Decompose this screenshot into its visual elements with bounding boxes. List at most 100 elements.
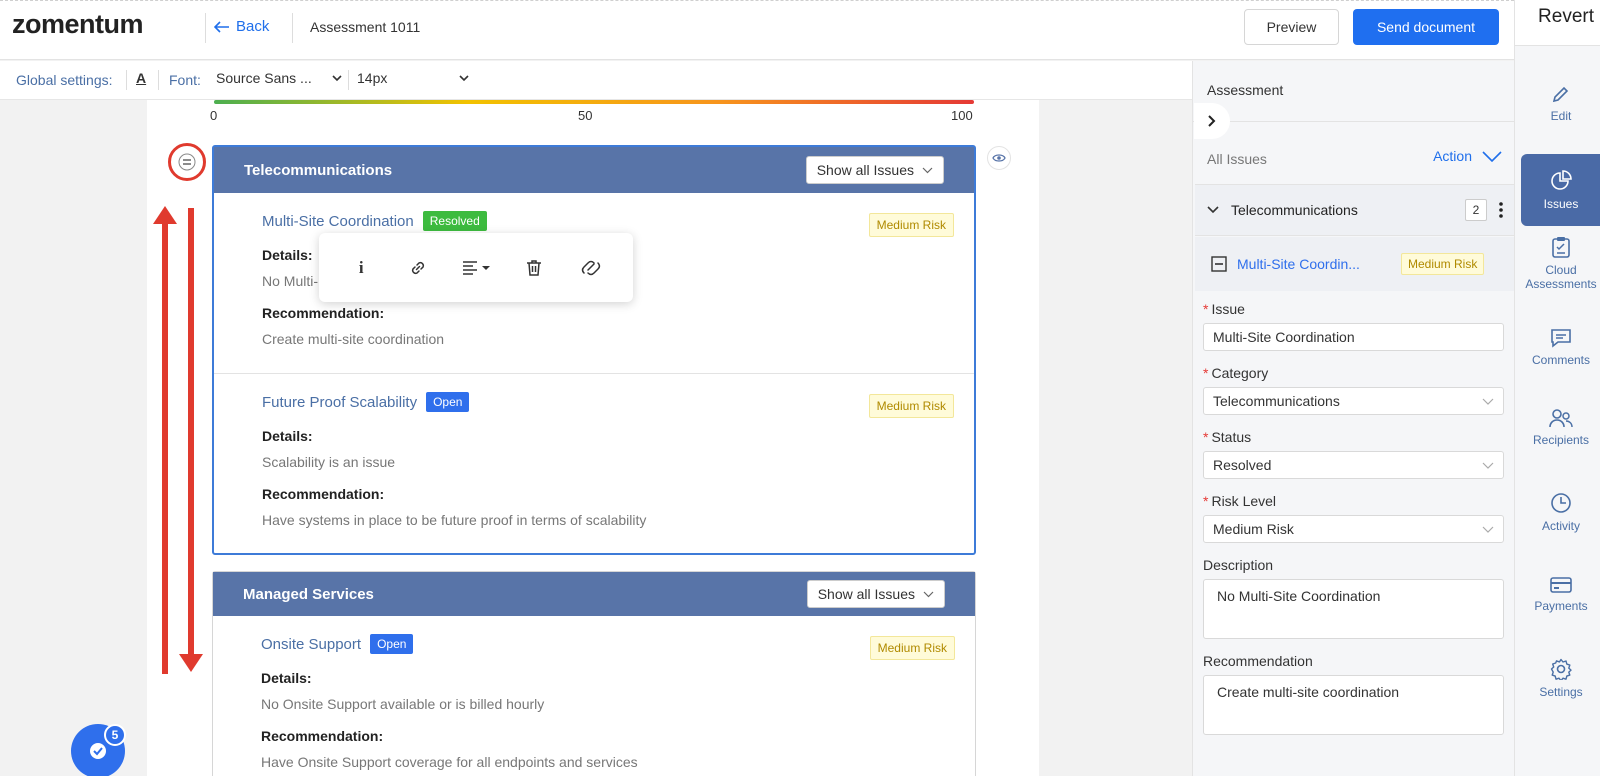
chevron-down-icon xyxy=(332,74,342,81)
nav-cloud-assessments[interactable]: Cloud Assessments xyxy=(1521,236,1600,291)
revert-area: Revert xyxy=(1514,0,1600,46)
recommendation-label: Recommendation: xyxy=(262,305,385,321)
details-label: Details: xyxy=(262,428,313,444)
risk-badge: Medium Risk xyxy=(1401,253,1485,275)
chevron-down-icon xyxy=(922,167,933,173)
action-dropdown[interactable]: Action xyxy=(1433,148,1502,164)
users-icon xyxy=(1549,409,1573,428)
scale-tick-0: 0 xyxy=(210,108,218,123)
send-document-button[interactable]: Send document xyxy=(1353,9,1499,45)
recommendation-text: Create multi-site coordination xyxy=(262,331,445,347)
selected-issue-title[interactable]: Multi-Site Coordin... xyxy=(1237,256,1387,272)
nav-settings[interactable]: Settings xyxy=(1521,658,1600,699)
drag-handle-icon xyxy=(178,153,196,171)
recommendation-label: Recommendation: xyxy=(262,486,385,502)
category-group-header[interactable]: Telecommunications 2 xyxy=(1195,184,1515,236)
status-field-label: * Status xyxy=(1203,429,1252,445)
show-all-issues-dropdown[interactable]: Show all Issues xyxy=(805,156,944,184)
section-drag-handle[interactable] xyxy=(168,143,206,181)
issue-item: Future Proof Scalability Open Medium Ris… xyxy=(214,373,974,546)
divider xyxy=(126,70,127,90)
clock-icon xyxy=(1551,493,1571,513)
category-field-label: * Category xyxy=(1203,365,1269,381)
issue-field-label: * Issue xyxy=(1203,301,1245,317)
nav-edit[interactable]: Edit xyxy=(1521,84,1600,123)
action-label: Action xyxy=(1433,148,1472,164)
chevron-down-icon xyxy=(1482,398,1494,405)
visibility-toggle[interactable] xyxy=(987,146,1011,170)
selected-issue-row[interactable]: Multi-Site Coordin... Medium Risk xyxy=(1195,237,1515,291)
description-textarea[interactable]: No Multi-Site Coordination xyxy=(1203,579,1504,639)
nav-payments[interactable]: Payments xyxy=(1521,576,1600,613)
recommendation-text: Have systems in place to be future proof… xyxy=(262,512,647,528)
chevron-right-icon xyxy=(1208,115,1216,127)
risk-level-field-label: * Risk Level xyxy=(1203,493,1277,509)
font-family-value: Source Sans ... xyxy=(216,70,312,86)
issue-input[interactable]: Multi-Site Coordination xyxy=(1203,323,1504,351)
risk-badge: Medium Risk xyxy=(868,213,954,237)
nav-activity[interactable]: Activity xyxy=(1521,492,1600,533)
document-title: Assessment 1011 xyxy=(310,19,421,35)
status-badge: Open xyxy=(426,392,470,412)
card-icon xyxy=(1550,577,1572,593)
issue-title[interactable]: Future Proof Scalability xyxy=(262,394,417,411)
recommendation-text: Have Onsite Support coverage for all end… xyxy=(261,754,638,770)
section-managed-services[interactable]: Managed Services Show all Issues Onsite … xyxy=(212,571,976,776)
section-header: Managed Services Show all Issues xyxy=(213,572,975,616)
show-all-issues-label: Show all Issues xyxy=(817,586,915,602)
back-label: Back xyxy=(236,18,270,35)
status-select[interactable]: Resolved xyxy=(1203,451,1504,479)
pencil-icon xyxy=(1552,86,1569,103)
issue-title[interactable]: Onsite Support xyxy=(261,636,361,653)
more-vertical-icon[interactable] xyxy=(1499,202,1503,218)
font-family-select[interactable]: Source Sans ... xyxy=(216,70,342,86)
chevron-down-icon xyxy=(459,74,469,81)
right-nav-rail: Edit Issues Cloud Assessments Comments R… xyxy=(1514,46,1600,776)
collapse-icon[interactable] xyxy=(1211,256,1227,272)
preview-button[interactable]: Preview xyxy=(1244,9,1339,45)
back-button[interactable]: Back xyxy=(214,18,269,35)
gear-icon xyxy=(1550,658,1572,680)
align-dropdown[interactable] xyxy=(462,253,490,283)
category-select[interactable]: Telecommunications xyxy=(1203,387,1504,415)
chevron-down-icon xyxy=(1482,150,1502,162)
details-label: Details: xyxy=(261,670,312,686)
divider xyxy=(205,13,206,43)
details-text: Scalability is an issue xyxy=(262,454,396,470)
nav-recipients[interactable]: Recipients xyxy=(1521,408,1600,447)
issue-title[interactable]: Multi-Site Coordination xyxy=(262,213,414,230)
scale-tick-100: 100 xyxy=(951,108,973,123)
link-button[interactable] xyxy=(406,253,430,283)
arrow-left-icon xyxy=(214,20,229,33)
unlink-button[interactable] xyxy=(579,253,603,283)
show-all-issues-dropdown[interactable]: Show all Issues xyxy=(806,580,945,608)
score-gradient-bar xyxy=(214,100,974,104)
revert-button[interactable]: Revert xyxy=(1538,6,1594,28)
collapse-panel-button[interactable] xyxy=(1194,103,1230,139)
nav-comments[interactable]: Comments xyxy=(1521,328,1600,367)
unlink-icon xyxy=(581,260,600,275)
divider xyxy=(348,70,349,90)
chevron-down-icon xyxy=(1482,526,1494,533)
recommendation-field-label: Recommendation xyxy=(1203,653,1313,669)
category-count-badge: 2 xyxy=(1465,199,1487,221)
logo: zomentum xyxy=(12,9,144,39)
delete-button[interactable] xyxy=(522,253,546,283)
chevron-down-icon xyxy=(1482,462,1494,469)
recommendation-textarea[interactable]: Create multi-site coordination xyxy=(1203,675,1504,735)
eye-icon xyxy=(992,154,1006,162)
risk-badge: Medium Risk xyxy=(869,636,955,660)
font-color-button[interactable]: A xyxy=(136,70,146,86)
global-settings-label: Global settings: xyxy=(16,72,113,88)
section-telecommunications[interactable]: Telecommunications Show all Issues Multi… xyxy=(212,145,976,555)
status-badge: Open xyxy=(370,634,414,654)
chevron-down-icon xyxy=(1207,206,1219,214)
risk-level-select[interactable]: Medium Risk xyxy=(1203,515,1504,543)
font-size-select[interactable]: 14px xyxy=(357,70,469,86)
nav-issues[interactable]: Issues xyxy=(1521,154,1600,226)
info-button[interactable]: i xyxy=(349,253,373,283)
check-circle-icon xyxy=(90,743,106,759)
font-size-value: 14px xyxy=(357,70,388,86)
chevron-down-icon xyxy=(923,591,934,597)
align-left-icon xyxy=(462,260,490,275)
